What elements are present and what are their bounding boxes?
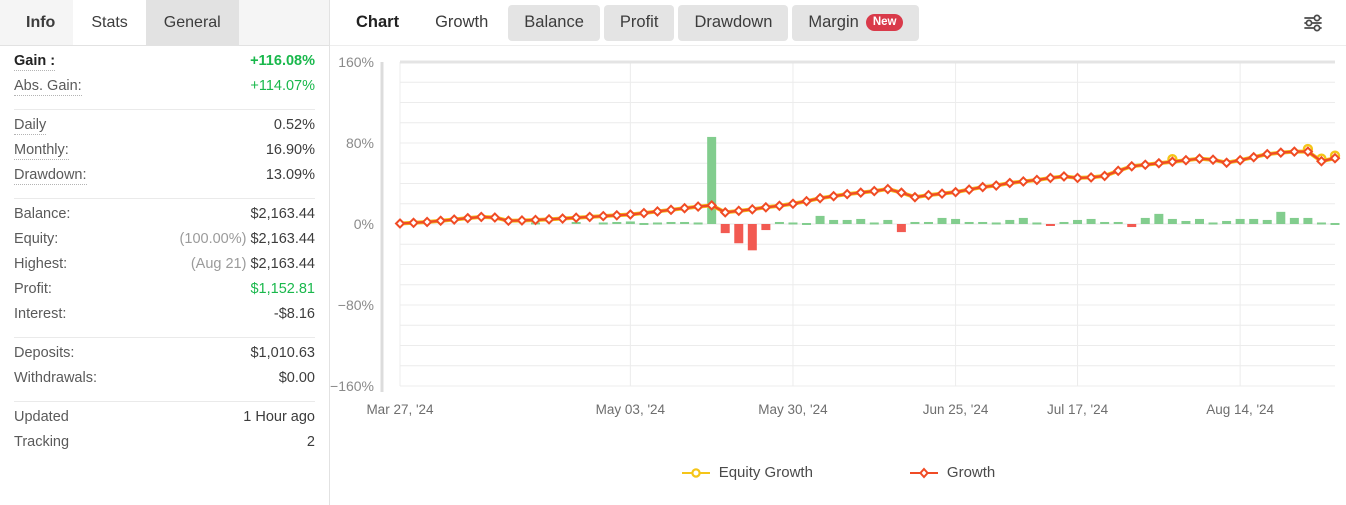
stat-label-profit: Profit: (14, 281, 52, 297)
svg-text:Jul 17, '24: Jul 17, '24 (1047, 402, 1109, 417)
svg-text:Aug 14, '24: Aug 14, '24 (1206, 402, 1274, 417)
chart-panel: Chart Growth Balance Profit Drawdown Mar… (330, 0, 1346, 505)
svg-text:May 30, '24: May 30, '24 (758, 402, 828, 417)
stat-value-balance: $2,163.44 (250, 206, 315, 222)
stat-row-drawdown: Drawdown: 13.09% (14, 166, 315, 191)
stat-value-profit: $1,152.81 (250, 281, 315, 297)
new-badge: New (865, 14, 904, 31)
legend-marker-equity (681, 467, 710, 478)
stat-prefix-highest: (Aug 21) (190, 256, 251, 272)
stat-label-deposits: Deposits: (14, 345, 75, 361)
svg-text:Mar 27, '24: Mar 27, '24 (366, 402, 434, 417)
tab-profit[interactable]: Profit (603, 4, 675, 41)
stat-label-balance: Balance: (14, 206, 71, 222)
stat-row-highest: Highest: (Aug 21) $2,163.44 (14, 255, 315, 280)
stat-value-daily: 0.52% (273, 117, 315, 133)
svg-text:−160%: −160% (330, 378, 374, 394)
stat-amount-equity: $2,163.44 (250, 231, 315, 247)
money-group: Balance: $2,163.44 Equity: (100.00%) $2,… (14, 205, 315, 330)
divider-3 (14, 337, 315, 338)
tab-margin-label: Margin (808, 13, 859, 31)
stat-row-abs-gain: Abs. Gain: +114.07% (14, 77, 315, 102)
stat-value-drawdown: 13.09% (265, 167, 315, 183)
stat-label-tracking: Tracking (14, 434, 70, 450)
svg-text:160%: 160% (338, 54, 374, 70)
sidebar-tab-info[interactable]: Info (8, 0, 73, 45)
stat-value-abs-gain: +114.07% (250, 78, 315, 94)
stat-value-deposits: $1,010.63 (250, 345, 315, 361)
stat-row-monthly: Monthly: 16.90% (14, 141, 315, 166)
stats-sidebar: Info Stats General Gain : +116.08% Abs. … (0, 0, 330, 505)
tab-balance[interactable]: Balance (508, 4, 600, 41)
stat-label-drawdown[interactable]: Drawdown: (14, 166, 87, 186)
sidebar-tab-stats[interactable]: Stats (73, 0, 146, 45)
divider-4 (14, 401, 315, 402)
stat-value-gain: +116.08% (250, 53, 315, 69)
stat-row-equity: Equity: (100.00%) $2,163.44 (14, 230, 315, 255)
stat-label-daily[interactable]: Daily (14, 116, 47, 136)
tab-drawdown[interactable]: Drawdown (678, 4, 789, 41)
sidebar-tab-bar: Info Stats General (0, 0, 329, 46)
app-root: Info Stats General Gain : +116.08% Abs. … (0, 0, 1346, 505)
tab-growth-label: Growth (435, 13, 489, 31)
stat-row-profit: Profit: $1,152.81 (14, 280, 315, 305)
meta-group: Updated 1 Hour ago Tracking 2 (14, 408, 315, 458)
stat-value-tracking: 2 (306, 434, 315, 450)
funding-group: Deposits: $1,010.63 Withdrawals: $0.00 (14, 344, 315, 394)
stat-row-interest: Interest: -$8.16 (14, 305, 315, 330)
stat-row-withdrawals: Withdrawals: $0.00 (14, 369, 315, 394)
growth-plot-area: 160% 80% 0% −80% −160% Mar 27, '24 May 03, '24… (330, 46, 1346, 505)
stat-value-withdrawals: $0.00 (278, 370, 315, 386)
stat-label-monthly[interactable]: Monthly: (14, 141, 69, 161)
tab-chart-label: Chart (356, 13, 400, 31)
sidebar-content: Gain : +116.08% Abs. Gain: +114.07% Dail… (0, 46, 329, 505)
gain-group: Gain : +116.08% Abs. Gain: +114.07% (14, 46, 315, 102)
svg-text:−80%: −80% (338, 297, 374, 313)
stat-label-interest: Interest: (14, 306, 67, 322)
stat-amount-highest: $2,163.44 (250, 256, 315, 272)
svg-text:Jun 25, '24: Jun 25, '24 (923, 402, 989, 417)
tab-balance-label: Balance (524, 13, 584, 31)
svg-text:80%: 80% (346, 135, 374, 151)
ratios-group: Daily 0.52% Monthly: 16.90% Drawdown: 13… (14, 116, 315, 191)
svg-text:0%: 0% (354, 216, 374, 232)
stat-label-abs-gain[interactable]: Abs. Gain: (14, 77, 82, 97)
stat-label-withdrawals: Withdrawals: (14, 370, 97, 386)
legend-equity-growth[interactable]: Equity Growth (681, 464, 813, 481)
chart-legend: Equity Growth Growth (330, 464, 1346, 481)
stat-label-gain[interactable]: Gain : (14, 52, 56, 72)
stat-row-daily: Daily 0.52% (14, 116, 315, 141)
stat-prefix-equity: (100.00%) (179, 231, 251, 247)
svg-text:May 03, '24: May 03, '24 (596, 402, 666, 417)
tab-growth[interactable]: Growth (419, 4, 505, 41)
stat-value-monthly: 16.90% (265, 142, 315, 158)
legend-label-equity-growth: Equity Growth (718, 464, 813, 481)
stat-row-tracking: Tracking 2 (14, 433, 315, 458)
legend-marker-growth (909, 467, 938, 478)
legend-growth[interactable]: Growth (909, 464, 995, 481)
divider-2 (14, 198, 315, 199)
stat-value-equity: (100.00%) $2,163.44 (180, 231, 315, 247)
sidebar-tab-general[interactable]: General (145, 0, 239, 45)
chart-tab-bar: Chart Growth Balance Profit Drawdown Mar… (330, 0, 1346, 46)
stat-label-updated: Updated (14, 409, 69, 425)
stat-row-balance: Balance: $2,163.44 (14, 205, 315, 230)
stat-label-highest: Highest: (14, 256, 68, 272)
tab-margin[interactable]: Margin New (792, 4, 920, 41)
stat-value-interest: -$8.16 (273, 306, 315, 322)
tab-profit-label: Profit (619, 13, 659, 31)
growth-chart-svg[interactable]: 160% 80% 0% −80% −160% Mar 27, '24 May 03, '24… (330, 46, 1341, 466)
stat-row-updated: Updated 1 Hour ago (14, 408, 315, 433)
stat-value-highest: (Aug 21) $2,163.44 (191, 256, 315, 272)
divider-1 (14, 109, 315, 110)
stat-row-gain: Gain : +116.08% (14, 52, 315, 77)
stat-value-updated: 1 Hour ago (243, 409, 315, 425)
sliders-icon[interactable] (1296, 6, 1330, 40)
stat-row-deposits: Deposits: $1,010.63 (14, 344, 315, 369)
tab-drawdown-label: Drawdown (694, 13, 773, 31)
stat-label-equity: Equity: (14, 231, 59, 247)
tab-chart[interactable]: Chart (340, 4, 416, 41)
legend-label-growth: Growth (946, 464, 996, 481)
